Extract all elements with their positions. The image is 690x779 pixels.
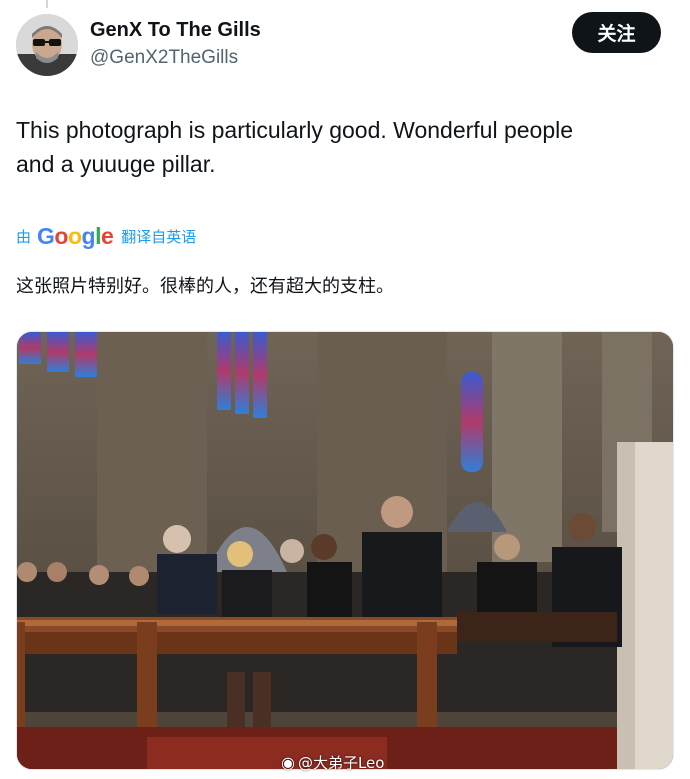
watermark: ◉ @大弟子Leo [281,752,384,773]
tweet-photo[interactable] [16,331,674,770]
google-logo: Google [37,222,114,250]
author-name[interactable]: GenX To The Gills [90,19,261,42]
watermark-text: @大弟子Leo [297,754,385,772]
avatar[interactable] [16,14,78,76]
translation-by-label: 由 [16,227,32,246]
tweet-text: This photograph is particularly good. Wo… [16,113,666,181]
google-logo-letter: o [54,222,68,249]
google-logo-letter: o [67,222,82,249]
translated-from-label[interactable]: 翻译自英语 [121,226,196,247]
translated-tweet-text: 这张照片特别好。很棒的人，还有超大的支柱。 [16,276,394,297]
tweet-text-line-2: and a yuuuge pillar. [16,151,216,177]
thread-connector-line [46,0,48,8]
google-logo-letter: G [37,222,55,249]
translation-attribution[interactable]: 由 Google 翻译自英语 [16,222,196,250]
avatar-photo [16,14,78,76]
author-handle[interactable]: @GenX2TheGills [90,47,238,69]
google-logo-letter: e [100,222,114,249]
weibo-icon: ◉ [281,753,295,772]
google-logo-letter: g [81,222,96,249]
cathedral-photo [17,332,673,769]
follow-button[interactable]: 关注 [572,12,661,53]
tweet-text-line-1: This photograph is particularly good. Wo… [16,117,574,143]
